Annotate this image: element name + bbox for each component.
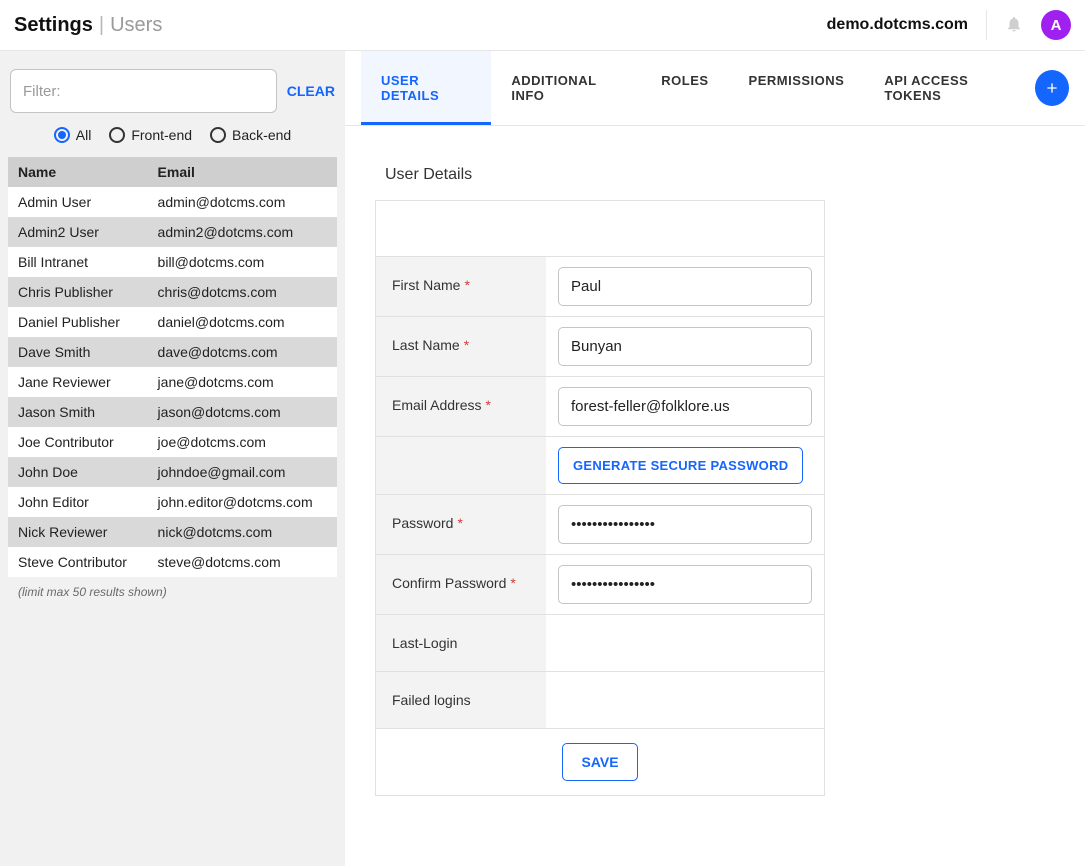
- filter-radio-frontend[interactable]: Front-end: [109, 127, 192, 143]
- user-email-cell: nick@dotcms.com: [148, 517, 337, 547]
- col-email[interactable]: Email: [148, 157, 337, 187]
- filter-radio-backend[interactable]: Back-end: [210, 127, 291, 143]
- form-spacer: [376, 201, 824, 257]
- failed-logins-label: Failed logins: [376, 672, 546, 728]
- user-email-cell: dave@dotcms.com: [148, 337, 337, 367]
- user-name-cell: Jason Smith: [8, 397, 148, 427]
- notifications-icon[interactable]: [1005, 14, 1023, 37]
- tab-permissions[interactable]: PERMISSIONS: [729, 51, 865, 125]
- panel-title: User Details: [345, 126, 1085, 200]
- email-input[interactable]: [558, 387, 812, 426]
- site-domain[interactable]: demo.dotcms.com: [827, 16, 968, 34]
- table-row[interactable]: Steve Contributorsteve@dotcms.com: [8, 547, 337, 577]
- table-row[interactable]: Nick Reviewernick@dotcms.com: [8, 517, 337, 547]
- results-limit-note: (limit max 50 results shown): [8, 577, 337, 607]
- confirm-password-input[interactable]: [558, 565, 812, 604]
- user-avatar[interactable]: A: [1041, 10, 1071, 40]
- table-row[interactable]: Chris Publisherchris@dotcms.com: [8, 277, 337, 307]
- table-row[interactable]: John Editorjohn.editor@dotcms.com: [8, 487, 337, 517]
- user-email-cell: joe@dotcms.com: [148, 427, 337, 457]
- user-email-cell: admin@dotcms.com: [148, 187, 337, 217]
- user-name-cell: Nick Reviewer: [8, 517, 148, 547]
- user-email-cell: bill@dotcms.com: [148, 247, 337, 277]
- filter-radio-all[interactable]: All: [54, 127, 92, 143]
- table-row[interactable]: Joe Contributorjoe@dotcms.com: [8, 427, 337, 457]
- user-name-cell: Jane Reviewer: [8, 367, 148, 397]
- user-email-cell: admin2@dotcms.com: [148, 217, 337, 247]
- user-email-cell: daniel@dotcms.com: [148, 307, 337, 337]
- breadcrumb-current: Users: [110, 14, 162, 37]
- user-list-sidebar: CLEAR All Front-end Back-end Name Email: [0, 51, 345, 866]
- filter-radio-frontend-label: Front-end: [131, 127, 192, 143]
- user-form: First Name* Last Name* Email Address*: [375, 200, 825, 796]
- last-name-input[interactable]: [558, 327, 812, 366]
- divider: [986, 10, 987, 40]
- user-name-cell: Bill Intranet: [8, 247, 148, 277]
- user-name-cell: Joe Contributor: [8, 427, 148, 457]
- password-label: Password*: [376, 495, 546, 554]
- breadcrumb-separator: |: [93, 14, 110, 37]
- topbar: Settings | Users demo.dotcms.com A: [0, 0, 1085, 51]
- tab-roles[interactable]: ROLES: [641, 51, 728, 125]
- user-name-cell: Chris Publisher: [8, 277, 148, 307]
- main-panel: USER DETAILSADDITIONAL INFOROLESPERMISSI…: [345, 51, 1085, 866]
- confirm-password-label: Confirm Password*: [376, 555, 546, 614]
- user-name-cell: Admin2 User: [8, 217, 148, 247]
- user-name-cell: John Editor: [8, 487, 148, 517]
- user-email-cell: john.editor@dotcms.com: [148, 487, 337, 517]
- first-name-label: First Name*: [376, 257, 546, 316]
- email-label: Email Address*: [376, 377, 546, 436]
- table-row[interactable]: Jane Reviewerjane@dotcms.com: [8, 367, 337, 397]
- save-button[interactable]: SAVE: [562, 743, 637, 781]
- user-email-cell: chris@dotcms.com: [148, 277, 337, 307]
- first-name-input[interactable]: [558, 267, 812, 306]
- failed-logins-value: [546, 672, 824, 728]
- user-name-cell: Steve Contributor: [8, 547, 148, 577]
- user-email-cell: johndoe@gmail.com: [148, 457, 337, 487]
- last-login-value: [546, 615, 824, 671]
- user-name-cell: Admin User: [8, 187, 148, 217]
- plus-icon: [1044, 80, 1060, 96]
- table-row[interactable]: Jason Smithjason@dotcms.com: [8, 397, 337, 427]
- clear-filter-button[interactable]: CLEAR: [287, 83, 335, 99]
- user-email-cell: steve@dotcms.com: [148, 547, 337, 577]
- tab-additional-info[interactable]: ADDITIONAL INFO: [491, 51, 641, 125]
- table-row[interactable]: Bill Intranetbill@dotcms.com: [8, 247, 337, 277]
- gen-password-label: [376, 437, 546, 494]
- user-email-cell: jane@dotcms.com: [148, 367, 337, 397]
- tab-api-tokens[interactable]: API ACCESS TOKENS: [864, 51, 1035, 125]
- tabs: USER DETAILSADDITIONAL INFOROLESPERMISSI…: [345, 51, 1085, 126]
- users-table: Name Email Admin Useradmin@dotcms.comAdm…: [8, 157, 337, 577]
- table-row[interactable]: Admin2 Useradmin2@dotcms.com: [8, 217, 337, 247]
- filter-input[interactable]: [10, 69, 277, 113]
- user-name-cell: John Doe: [8, 457, 148, 487]
- breadcrumb-root: Settings: [14, 14, 93, 37]
- user-email-cell: jason@dotcms.com: [148, 397, 337, 427]
- generate-password-button[interactable]: GENERATE SECURE PASSWORD: [558, 447, 803, 484]
- filter-radio-all-label: All: [76, 127, 92, 143]
- user-name-cell: Daniel Publisher: [8, 307, 148, 337]
- last-login-label: Last-Login: [376, 615, 546, 671]
- user-name-cell: Dave Smith: [8, 337, 148, 367]
- password-input[interactable]: [558, 505, 812, 544]
- table-row[interactable]: Dave Smithdave@dotcms.com: [8, 337, 337, 367]
- filter-radio-backend-label: Back-end: [232, 127, 291, 143]
- filter-scope-radios: All Front-end Back-end: [8, 127, 337, 157]
- table-row[interactable]: Daniel Publisherdaniel@dotcms.com: [8, 307, 337, 337]
- table-row[interactable]: John Doejohndoe@gmail.com: [8, 457, 337, 487]
- table-row[interactable]: Admin Useradmin@dotcms.com: [8, 187, 337, 217]
- last-name-label: Last Name*: [376, 317, 546, 376]
- add-user-button[interactable]: [1035, 70, 1069, 106]
- tab-user-details[interactable]: USER DETAILS: [361, 51, 491, 125]
- col-name[interactable]: Name: [8, 157, 148, 187]
